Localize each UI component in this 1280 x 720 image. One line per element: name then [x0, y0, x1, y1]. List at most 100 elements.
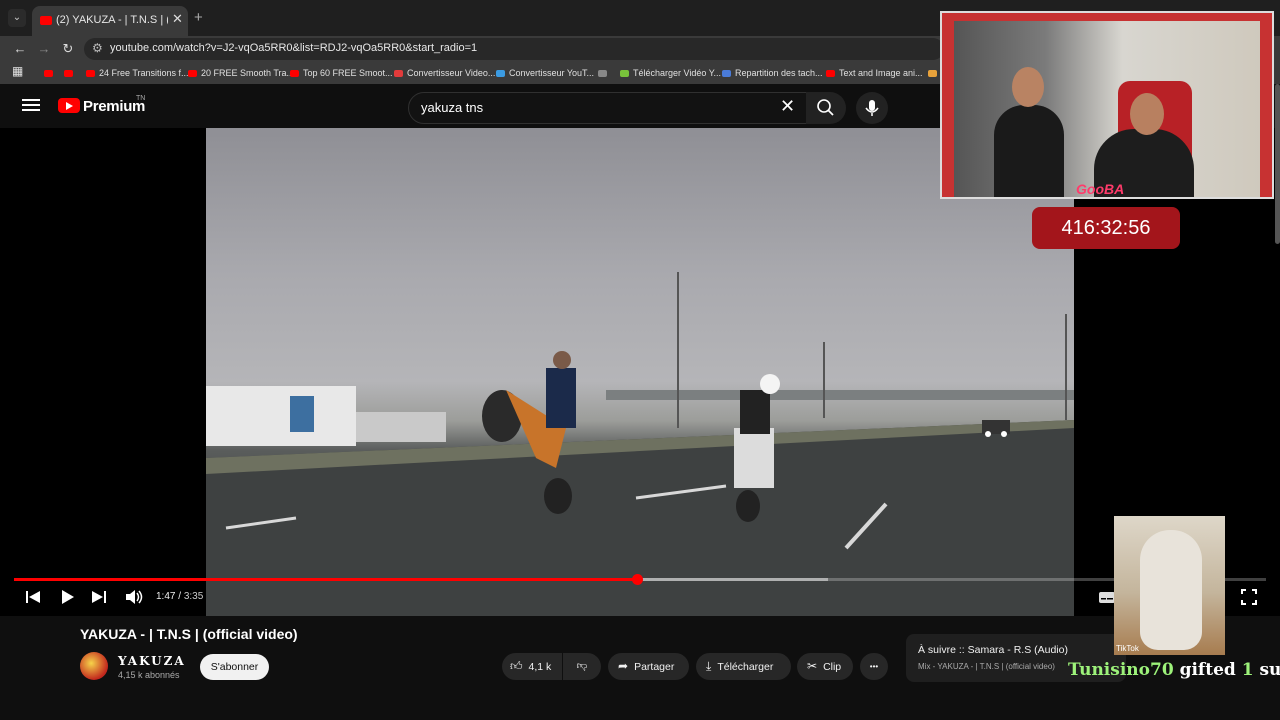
- bookmark-item[interactable]: Repartition des tach...: [722, 66, 823, 80]
- volume-icon: [126, 590, 143, 604]
- up-next-title: À suivre :: Samara - R.S (Audio): [918, 644, 1068, 656]
- apps-grid-icon[interactable]: ▦: [12, 64, 23, 78]
- bookmark-favicon-icon: [86, 70, 95, 78]
- bookmark-label: Télécharger Vidéo Y...: [633, 68, 722, 78]
- download-button[interactable]: ⤓ Télécharger: [696, 653, 791, 680]
- bookmark-label: Text and Image ani...: [839, 68, 923, 78]
- duration: 3:35: [183, 591, 204, 602]
- download-label: Télécharger: [717, 661, 774, 673]
- voice-search-button[interactable]: [856, 92, 888, 124]
- tab-search-chevron-icon[interactable]: ⌄: [8, 9, 26, 27]
- video-scene-image: [206, 272, 1074, 616]
- bookmark-item[interactable]: Convertisseur Video...: [394, 66, 495, 80]
- share-label: Partager: [634, 661, 675, 673]
- subscribe-button[interactable]: S'abonner: [200, 654, 269, 680]
- search-icon: [817, 99, 834, 116]
- search-input[interactable]: [419, 99, 763, 116]
- address-bar[interactable]: ⚙ youtube.com/watch?v=J2-vqOa5RR0&list=R…: [84, 38, 944, 60]
- thumbs-up-icon: 👍︎: [510, 659, 523, 673]
- bookmark-item[interactable]: Text and Image ani...: [826, 66, 923, 80]
- subscriber-count: 4,15 k abonnés: [118, 670, 180, 680]
- webcam-brand-logo: GooBA: [1076, 181, 1125, 197]
- clip-button[interactable]: ✂ Clip: [797, 653, 853, 680]
- skip-next-icon: [92, 591, 106, 603]
- download-icon: ⤓: [706, 659, 712, 673]
- more-actions-button[interactable]: •••: [860, 653, 888, 680]
- back-arrow-icon[interactable]: ←: [10, 39, 30, 59]
- play-icon: [62, 590, 74, 604]
- streamer-body: [994, 105, 1064, 197]
- play-button[interactable]: [58, 588, 76, 606]
- webcam-overlay: GooBA: [940, 11, 1274, 199]
- site-info-icon[interactable]: ⚙: [92, 41, 103, 55]
- clear-search-icon[interactable]: ✕: [780, 96, 795, 117]
- bookmark-item[interactable]: [44, 66, 57, 80]
- bookmark-label: 20 FREE Smooth Tra...: [201, 68, 295, 78]
- current-time: 1:47: [156, 591, 176, 602]
- webcam-scene: [954, 21, 1260, 197]
- fullscreen-button[interactable]: [1240, 588, 1258, 606]
- bookmark-item[interactable]: 24 Free Transitions f...: [86, 66, 189, 80]
- new-tab-icon[interactable]: +: [194, 9, 203, 26]
- forward-arrow-icon[interactable]: →: [34, 39, 54, 59]
- stream-timer: 416:32:56: [1032, 207, 1180, 249]
- clip-label: Clip: [823, 661, 842, 673]
- bookmark-item[interactable]: Télécharger Vidéo Y...: [620, 66, 721, 80]
- youtube-logo-icon[interactable]: [58, 98, 80, 113]
- channel-name[interactable]: YAKUZA: [118, 654, 186, 668]
- youtube-masthead: Premium TN ✕: [0, 84, 940, 128]
- bookmark-label: 24 Free Transitions f...: [99, 68, 189, 78]
- time-display: 1:47 / 3:35: [156, 591, 204, 602]
- hamburger-menu-icon[interactable]: [22, 96, 40, 114]
- share-button[interactable]: ➦ Partager: [608, 653, 689, 680]
- volume-button[interactable]: [124, 588, 144, 606]
- gift-count: 1: [1241, 660, 1254, 680]
- tab-close-icon[interactable]: ✕: [172, 11, 183, 27]
- channel-avatar[interactable]: [80, 652, 108, 680]
- youtube-favicon-icon: [40, 16, 52, 25]
- bookmark-favicon-icon: [188, 70, 197, 78]
- like-button[interactable]: 👍︎ 4,1 k: [502, 653, 562, 680]
- bookmark-label: Top 60 FREE Smoot...: [303, 68, 393, 78]
- bookmark-item[interactable]: [64, 66, 77, 80]
- gift-username: Tunisino70: [1068, 660, 1174, 680]
- page-scrollbar[interactable]: [1275, 84, 1280, 244]
- bookmark-favicon-icon: [928, 70, 937, 78]
- tiktok-watermark: TikTok: [1116, 644, 1139, 653]
- progress-played: [14, 578, 638, 581]
- streamer-head: [1012, 67, 1044, 107]
- thumbs-down-icon: 👎︎: [576, 660, 588, 672]
- streamer-head: [1130, 93, 1164, 135]
- browser-tab-active[interactable]: (2) YAKUZA - | T.N.S | (official vi ✕: [32, 6, 188, 36]
- bookmark-item[interactable]: Top 60 FREE Smoot...: [290, 66, 393, 80]
- bookmark-favicon-icon: [598, 70, 607, 78]
- share-arrow-icon: ➦: [618, 659, 629, 673]
- scissors-icon: ✂: [807, 659, 818, 673]
- bookmark-item[interactable]: Convertisseur YouT...: [496, 66, 594, 80]
- region-code: TN: [136, 95, 146, 102]
- previous-button[interactable]: [24, 588, 42, 606]
- reload-icon[interactable]: ↻: [58, 39, 78, 59]
- bookmark-label: Repartition des tach...: [735, 68, 823, 78]
- video-player[interactable]: 1:47 / 3:35: [0, 128, 1280, 616]
- search-box: [408, 92, 808, 124]
- bookmark-favicon-icon: [290, 70, 299, 78]
- video-title: YAKUZA - | T.N.S | (official video): [80, 626, 298, 642]
- gift-text: sub(s)!: [1259, 660, 1280, 680]
- video-frame[interactable]: [206, 128, 1074, 616]
- bookmark-item[interactable]: 20 FREE Smooth Tra...: [188, 66, 294, 80]
- bookmark-favicon-icon: [44, 70, 53, 78]
- fullscreen-icon: [1241, 589, 1257, 605]
- like-count: 4,1 k: [528, 661, 552, 673]
- gift-text: gifted: [1179, 660, 1236, 680]
- search-button[interactable]: [806, 92, 846, 124]
- dislike-button[interactable]: 👎︎: [563, 653, 601, 680]
- bookmark-label: Convertisseur Video...: [407, 68, 496, 78]
- bookmark-label: Convertisseur YouT...: [509, 68, 595, 78]
- bookmark-favicon-icon: [620, 70, 629, 78]
- next-button[interactable]: [90, 588, 108, 606]
- bookmark-favicon-icon: [722, 70, 731, 78]
- bookmark-item[interactable]: [598, 66, 611, 80]
- tiktok-overlay: TikTok: [1114, 516, 1225, 655]
- bookmark-favicon-icon: [394, 70, 403, 78]
